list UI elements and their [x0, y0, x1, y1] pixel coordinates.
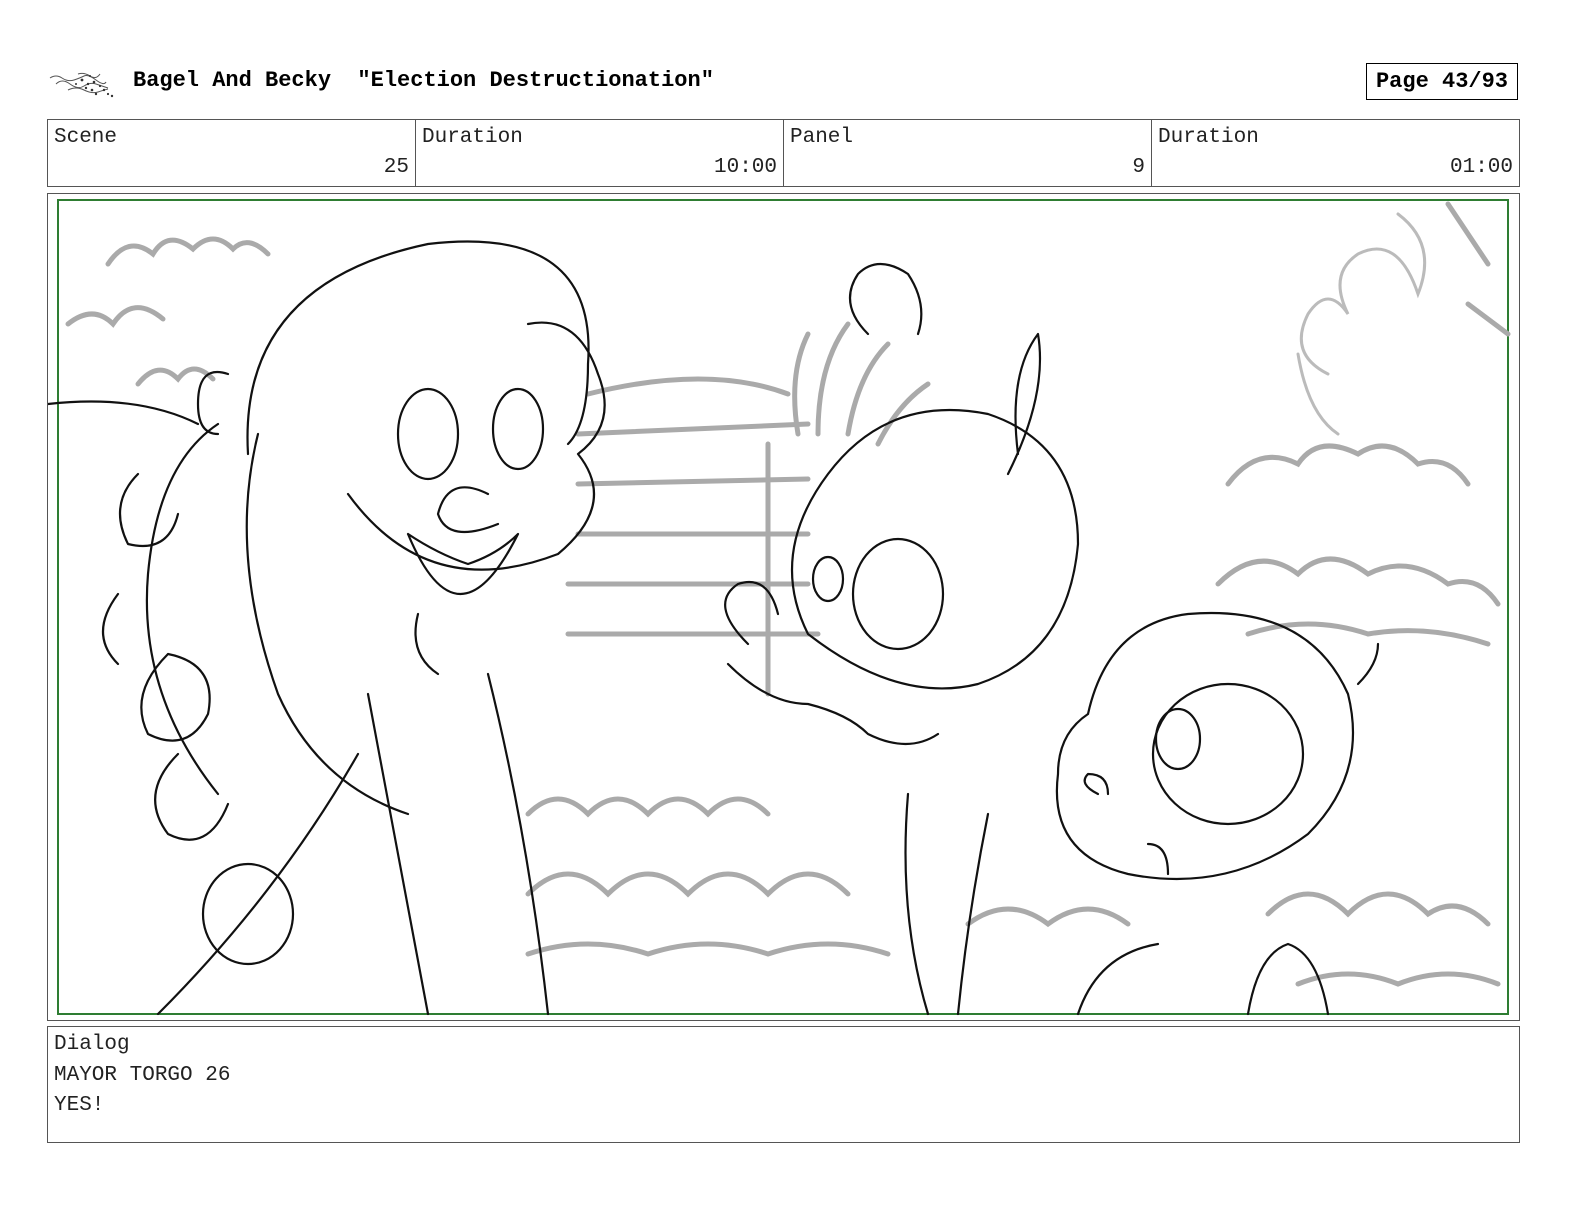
dialog-label: Dialog [54, 1033, 130, 1056]
scene-cell: Scene 25 [48, 120, 416, 186]
bagel-sketch [724, 262, 1080, 1016]
panel-label: Panel [790, 126, 854, 149]
mayor-torgo-sketch [48, 240, 606, 1016]
safe-frame [57, 199, 1509, 1015]
scene-duration-value: 10:00 [713, 156, 777, 179]
panel-duration-label: Duration [1158, 126, 1259, 149]
panel-value: 9 [1132, 156, 1145, 179]
dialog-line: YES! [54, 1094, 105, 1117]
storyboard-panel [47, 193, 1520, 1021]
scene-value: 25 [383, 156, 409, 179]
scene-duration-label: Duration [422, 126, 523, 149]
becky-sketch [1055, 612, 1380, 1016]
scribble-logo-icon [48, 66, 120, 100]
panel-duration-cell: Duration 01:00 [1152, 120, 1519, 186]
storyboard-title: Bagel And Becky "Election Destructionati… [133, 68, 714, 93]
panel-cell: Panel 9 [784, 120, 1152, 186]
scene-duration-cell: Duration 10:00 [416, 120, 784, 186]
tree-outline-sketch [1296, 212, 1427, 436]
scene-label: Scene [54, 126, 118, 149]
panel-duration-value: 01:00 [1449, 156, 1513, 179]
panel-sketch [48, 199, 1511, 1016]
dialog-speaker: MAYOR TORGO 26 [54, 1064, 231, 1087]
page-number: Page 43/93 [1366, 63, 1518, 100]
dialog-box: Dialog MAYOR TORGO 26 YES! [47, 1026, 1520, 1143]
scene-info-table: Scene 25 Duration 10:00 Panel 9 Duration… [47, 119, 1520, 187]
